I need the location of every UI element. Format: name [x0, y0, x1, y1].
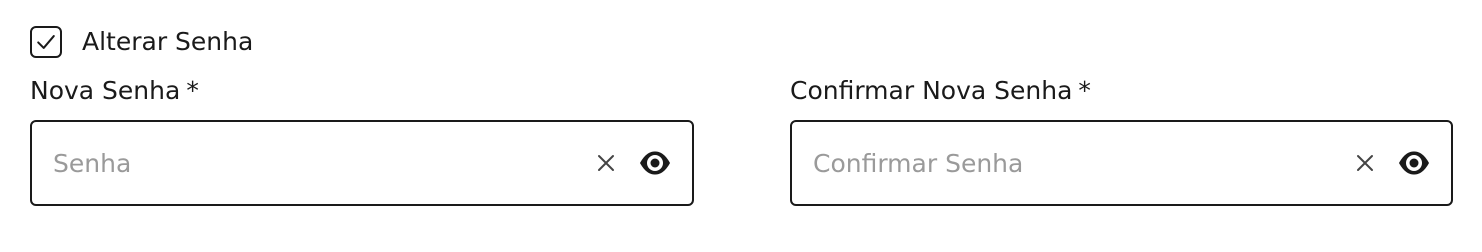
- change-password-checkbox[interactable]: [30, 26, 62, 58]
- eye-icon[interactable]: [638, 146, 672, 180]
- new-password-label: Nova Senha *: [30, 76, 694, 106]
- new-password-field: Nova Senha *: [30, 76, 694, 206]
- confirm-password-label-text: Confirmar Nova Senha: [790, 76, 1073, 105]
- confirm-password-field: Confirmar Nova Senha *: [790, 76, 1453, 206]
- check-icon: [37, 35, 55, 49]
- confirm-password-label: Confirmar Nova Senha *: [790, 76, 1453, 106]
- required-indicator: *: [1078, 76, 1091, 105]
- confirm-password-input-box: [790, 120, 1453, 206]
- change-password-label: Alterar Senha: [82, 27, 254, 56]
- close-icon[interactable]: [594, 151, 618, 175]
- close-icon[interactable]: [1353, 151, 1377, 175]
- new-password-input[interactable]: [32, 133, 594, 193]
- required-indicator: *: [186, 76, 199, 105]
- new-password-input-box: [30, 120, 694, 206]
- eye-icon[interactable]: [1397, 146, 1431, 180]
- new-password-label-text: Nova Senha: [30, 76, 181, 105]
- confirm-password-input[interactable]: [792, 133, 1353, 193]
- change-password-toggle[interactable]: Alterar Senha: [30, 24, 253, 60]
